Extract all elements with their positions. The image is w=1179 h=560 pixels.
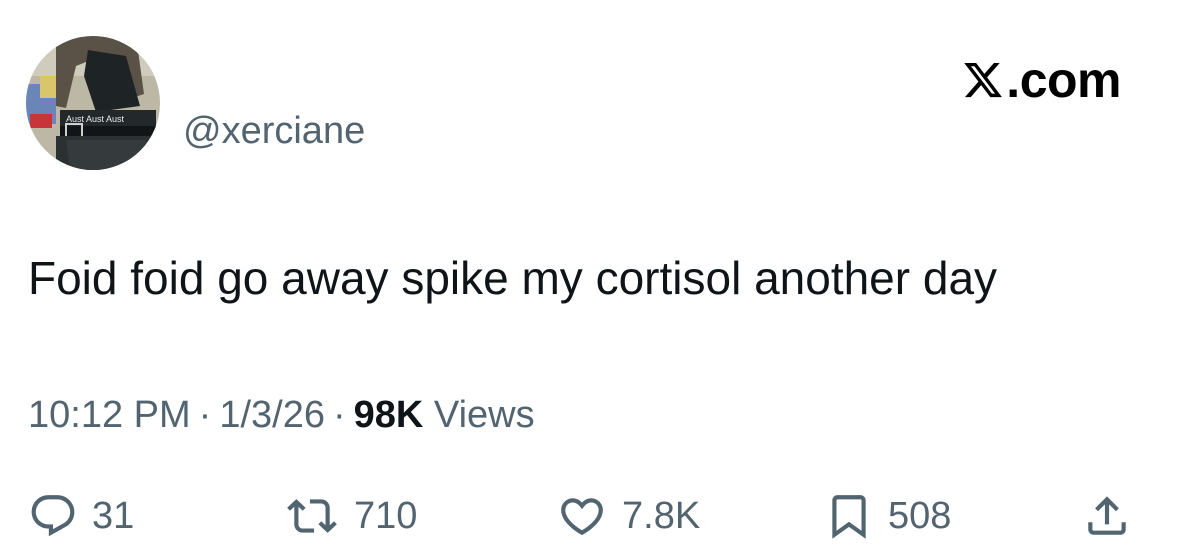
reply-count: 31 [92,495,135,537]
meta-separator: · [332,394,346,436]
share-icon [1088,496,1126,535]
bookmark-count: 508 [888,495,952,537]
views-label: Views [433,394,535,436]
like-count: 7.8K [622,495,701,537]
x-logo-icon [964,62,1003,98]
tweet-date[interactable]: 1/3/26 [219,394,325,436]
repost-count: 710 [354,495,418,537]
reply-icon [31,495,75,537]
tweet-text: Foid foid go away spike my cortisol anot… [28,252,998,304]
action-bar: 31 710 7.8K 508 [0,488,1179,544]
avatar-waistband-text: Aust Aust Aust [66,114,125,124]
repost-button[interactable]: 710 [284,488,417,544]
bookmark-icon [832,495,866,539]
reply-button[interactable]: 31 [28,488,134,544]
heart-icon [561,498,603,536]
repost-icon [287,499,337,533]
views-count: 98K [353,394,424,436]
brand-domain: .com [1006,52,1121,108]
like-button[interactable]: 7.8K [556,488,700,544]
meta-separator: · [198,394,212,436]
tweet-meta: 10:12 PM · 1/3/26 · 98K Views [28,390,535,440]
avatar[interactable]: Aust Aust Aust [26,36,160,170]
author-handle[interactable]: @xerciane [183,108,365,154]
brand-watermark: .com [961,52,1121,108]
share-button[interactable] [1082,488,1132,544]
bookmark-button[interactable]: 508 [824,488,951,544]
profile-photo: Aust Aust Aust [26,36,160,170]
tweet-time[interactable]: 10:12 PM [28,394,191,436]
